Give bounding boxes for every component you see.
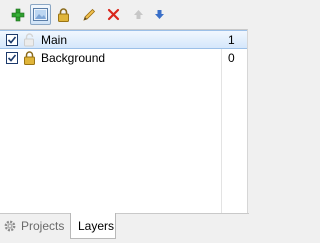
lock-icon	[58, 7, 69, 22]
unlocked-icon[interactable]	[23, 33, 36, 47]
layers-list: Main 1 Background 0	[0, 29, 248, 213]
layer-index: 1	[228, 33, 235, 47]
visibility-checkbox[interactable]	[6, 34, 18, 46]
arrow-down-icon	[155, 10, 164, 19]
move-layer-down-button[interactable]	[149, 4, 170, 25]
arrow-up-icon	[134, 10, 143, 19]
add-layer-button[interactable]	[7, 4, 28, 25]
layers-toolbar	[0, 0, 249, 29]
layer-name: Main	[41, 33, 68, 47]
edit-layer-button[interactable]	[78, 4, 99, 25]
visibility-checkbox[interactable]	[6, 52, 18, 64]
checkmark-icon	[7, 36, 17, 44]
lock-layer-button[interactable]	[53, 4, 74, 25]
tab-projects[interactable]: Projects	[3, 214, 70, 238]
tab-label: Layers	[78, 218, 115, 233]
close-icon	[107, 8, 120, 21]
layer-index: 0	[228, 51, 235, 65]
layer-row-main[interactable]: Main 1	[0, 30, 247, 49]
tab-layers[interactable]: Layers	[70, 213, 116, 239]
checkmark-icon	[7, 54, 17, 62]
delete-layer-button[interactable]	[103, 4, 124, 25]
pencil-icon	[82, 8, 95, 21]
move-layer-up-button[interactable]	[128, 4, 149, 25]
gear-icon	[4, 220, 16, 232]
lock-icon[interactable]	[23, 51, 36, 65]
tab-label: Projects	[21, 219, 65, 233]
plus-icon	[11, 8, 24, 21]
panel-tabbar: Projects Layers	[0, 213, 249, 243]
layer-row-background[interactable]: Background 0	[0, 49, 247, 68]
layer-properties-button[interactable]	[30, 4, 51, 25]
layer-name: Background	[41, 51, 106, 65]
image-icon	[33, 8, 48, 21]
